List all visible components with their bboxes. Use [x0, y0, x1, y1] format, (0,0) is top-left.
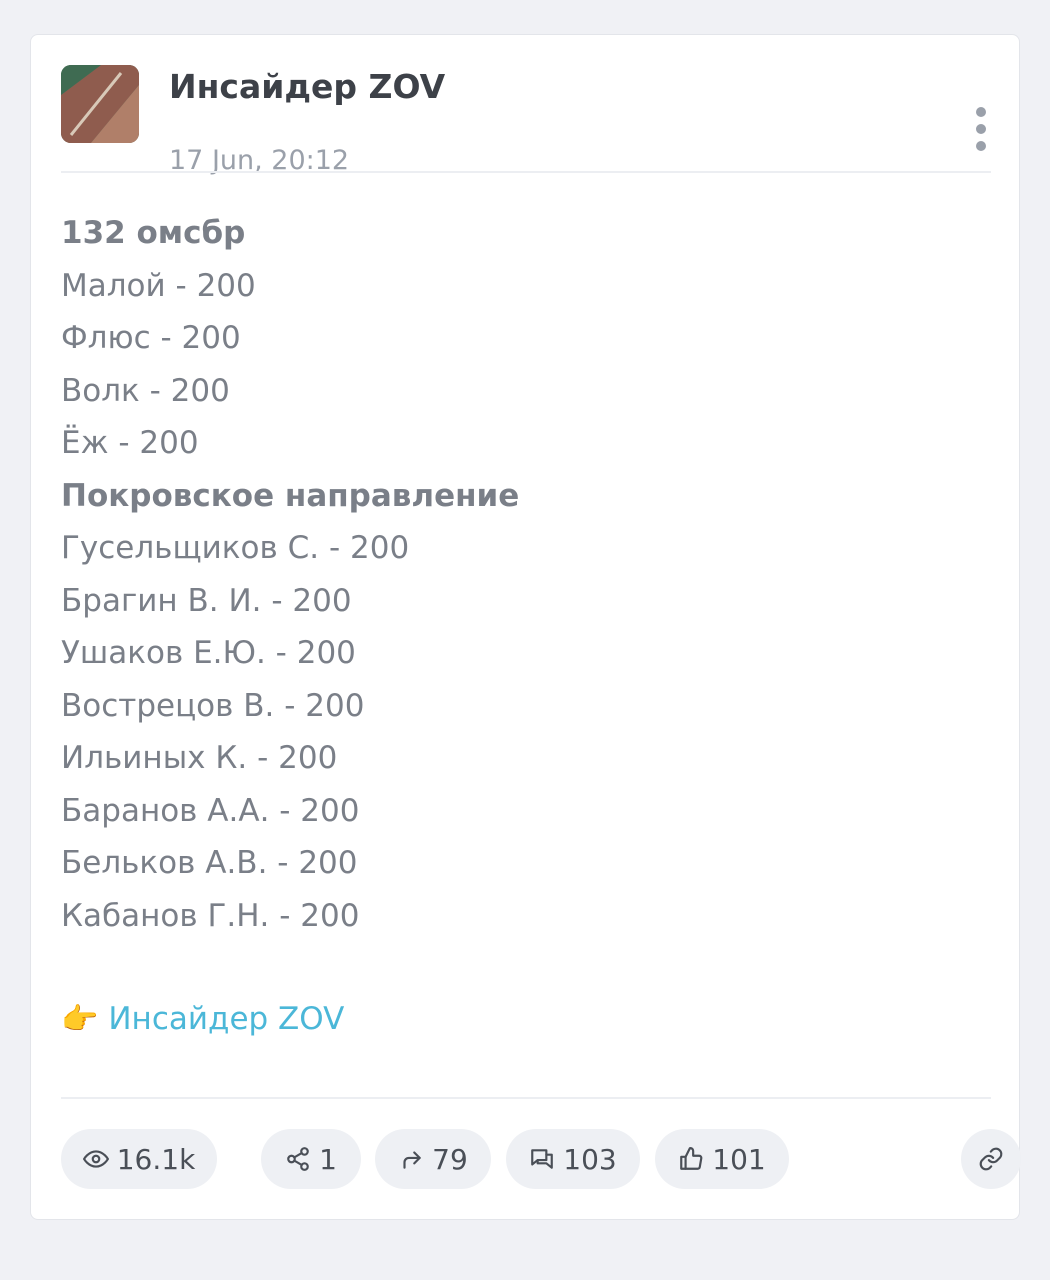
- post-text-line: Баранов А.А. - 200: [61, 792, 360, 829]
- comments-icon: [531, 1149, 554, 1169]
- post-heading-line: 132 омсбр: [61, 215, 246, 251]
- post-text-line: Флюс - 200: [61, 320, 241, 356]
- post-text-line: Кабанов Г.Н. - 200: [61, 897, 360, 934]
- thumbs-up-icon: [680, 1147, 703, 1170]
- channel-link[interactable]: Инсайдер ZOV: [108, 1001, 344, 1037]
- channel-avatar[interactable]: [61, 65, 139, 143]
- share-nodes-icon: [287, 1147, 309, 1171]
- post-text-line: Малой - 200: [61, 267, 256, 304]
- footer-divider: [61, 1097, 991, 1099]
- forwards-stat[interactable]: 79: [375, 1129, 491, 1189]
- post-text-line: Бельков А.В. - 200: [61, 845, 358, 881]
- post-text-line: Ёж - 200: [61, 425, 199, 461]
- more-vertical-icon[interactable]: [966, 107, 996, 167]
- views-stat[interactable]: 16.1k: [61, 1129, 217, 1189]
- post-text-line: Волк - 200: [61, 372, 230, 409]
- views-count: 16.1k: [116, 1142, 196, 1176]
- post-text: 132 омсбр Малой - 200 Флюс - 200 Волк - 200…: [61, 207, 981, 942]
- post-text-line: Ильиных К. - 200: [61, 740, 338, 776]
- post-text-line: Гусельщиков С. - 200: [61, 530, 410, 566]
- avatar-image: [61, 65, 139, 143]
- eye-icon: [82, 1150, 109, 1168]
- pointing-hand-icon: 👉: [61, 1002, 99, 1037]
- link-icon: [979, 1147, 1003, 1171]
- channel-name[interactable]: Инсайдер ZOV: [169, 67, 445, 106]
- reactions-stat[interactable]: 101: [655, 1129, 789, 1189]
- shares-stat[interactable]: 1: [261, 1129, 361, 1189]
- post-text-line: Ушаков Е.Ю. - 200: [61, 635, 356, 671]
- post-text-line: Брагин В. И. - 200: [61, 582, 352, 619]
- channel-link-row: 👉 Инсайдер ZOV: [61, 993, 344, 1045]
- post-text-line: Вострецов В. - 200: [61, 687, 365, 724]
- post-card: Инсайдер ZOV 17 Jun, 20:12 132 омсбр Мало…: [30, 34, 1021, 1220]
- post-stats: 16.1k 1 79 103 101: [61, 1129, 1021, 1189]
- comments-stat[interactable]: 103: [506, 1129, 640, 1189]
- post-header: Инсайдер ZOV 17 Jun, 20:12: [61, 65, 991, 176]
- reactions-count: 101: [712, 1142, 766, 1176]
- shares-count: 1: [319, 1142, 337, 1176]
- forward-arrow-icon: [403, 1151, 421, 1169]
- post-heading-line: Покровское направление: [61, 477, 520, 514]
- header-divider: [61, 171, 991, 173]
- forwards-count: 79: [432, 1142, 468, 1176]
- copy-link-button[interactable]: [961, 1129, 1021, 1189]
- comments-count: 103: [563, 1142, 617, 1176]
